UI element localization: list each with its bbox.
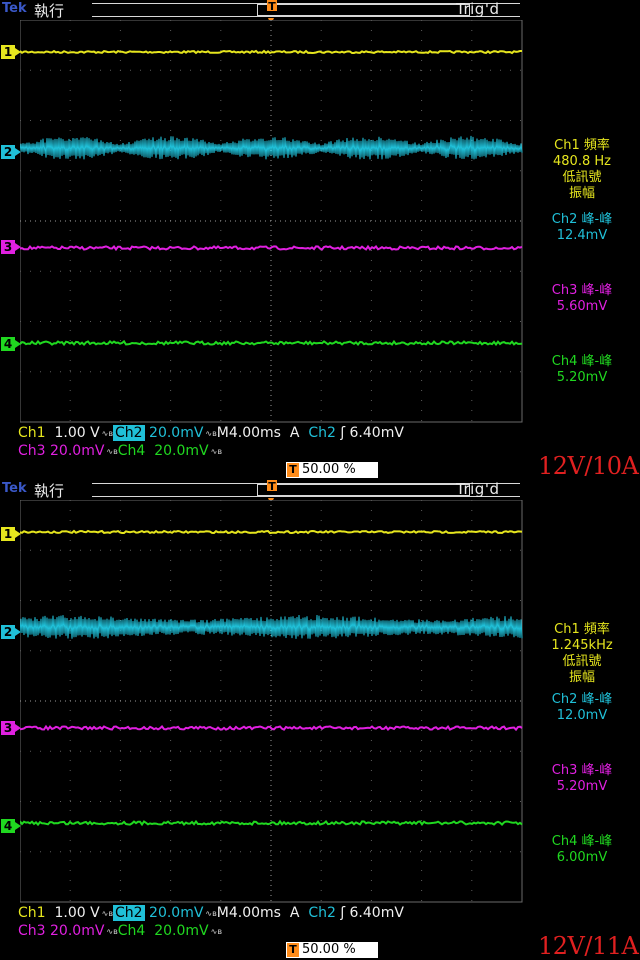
ch3-scale[interactable]: 20.0mV bbox=[50, 443, 104, 459]
load-condition-caption: 12V/10A bbox=[538, 452, 639, 480]
ch1-scale[interactable]: 1.00 V bbox=[54, 905, 99, 921]
bandwidth-limit-icon: ∿ʙ bbox=[205, 428, 217, 438]
trigger-status: Trig'd bbox=[456, 0, 500, 18]
trigger-level[interactable]: 6.40mV bbox=[350, 905, 404, 921]
measure-note: 低訊號 bbox=[562, 654, 602, 669]
measure-value: 480.8 Hz bbox=[553, 154, 611, 169]
ch1-scale[interactable]: 1.00 V bbox=[54, 425, 99, 441]
measure-note: 振幅 bbox=[568, 670, 595, 685]
load-condition-caption: 12V/11A bbox=[538, 932, 639, 960]
trigger-level[interactable]: 6.40mV bbox=[350, 425, 404, 441]
brand-logo: Tek bbox=[2, 1, 27, 16]
measure-label: Ch4 峰-峰 bbox=[551, 354, 613, 369]
ch3-marker[interactable]: 3 bbox=[1, 721, 21, 735]
ch2-label[interactable]: Ch2 bbox=[113, 425, 145, 441]
scope-screen-top: Tek 執行 T Trig'd T 1 2 3 4 Ch1 頻率 480.8 H… bbox=[0, 0, 640, 480]
trigger-position-icon: T bbox=[266, 0, 278, 14]
measure-label: Ch4 峰-峰 bbox=[551, 834, 613, 849]
ch2-peak-peak-measurement: Ch2 峰-峰 12.0mV bbox=[524, 692, 640, 724]
trigger-position-readout[interactable]: 50.00 % bbox=[286, 942, 378, 958]
acquisition-state[interactable]: 執行 bbox=[34, 0, 64, 21]
bandwidth-limit-icon: ∿ʙ bbox=[101, 428, 114, 438]
trigger-mode: A bbox=[289, 905, 300, 921]
acquisition-state[interactable]: 執行 bbox=[34, 480, 64, 501]
ch1-frequency-measurement: Ch1 頻率 1.245kHz 低訊號 振幅 bbox=[524, 622, 640, 686]
trigger-mode: A bbox=[289, 425, 300, 441]
measure-value: 12.0mV bbox=[556, 708, 608, 723]
ch4-peak-peak-measurement: Ch4 峰-峰 5.20mV bbox=[524, 354, 640, 386]
measure-value: 5.60mV bbox=[556, 299, 608, 314]
timebase[interactable]: M4.00ms bbox=[217, 425, 281, 441]
ch4-label[interactable]: Ch4 bbox=[118, 443, 146, 459]
ch1-marker[interactable]: 1 bbox=[1, 527, 21, 541]
measure-label: Ch2 峰-峰 bbox=[551, 212, 613, 227]
measure-value: 1.245kHz bbox=[551, 638, 613, 653]
ch2-peak-peak-measurement: Ch2 峰-峰 12.4mV bbox=[524, 212, 640, 244]
status-row-2: Ch3 20.0mV ∿ʙCh4 20.0mV ∿ʙ bbox=[18, 443, 222, 459]
measure-value: 5.20mV bbox=[556, 779, 608, 794]
scope-top-bar: Tek 執行 T Trig'd bbox=[0, 0, 640, 20]
measure-value: 6.00mV bbox=[556, 850, 608, 865]
ch3-scale[interactable]: 20.0mV bbox=[50, 923, 104, 939]
ch2-scale[interactable]: 20.0mV bbox=[149, 905, 203, 921]
bandwidth-limit-icon: ∿ʙ bbox=[210, 926, 222, 936]
record-view-window[interactable] bbox=[257, 4, 470, 16]
brand-logo: Tek bbox=[2, 481, 27, 496]
trigger-status: Trig'd bbox=[456, 480, 500, 498]
ch4-scale[interactable]: 20.0mV bbox=[154, 443, 208, 459]
measure-value: 12.4mV bbox=[556, 228, 608, 243]
trigger-position-readout[interactable]: 50.00 % bbox=[286, 462, 378, 478]
bandwidth-limit-icon: ∿ʙ bbox=[205, 908, 217, 918]
ch4-peak-peak-measurement: Ch4 峰-峰 6.00mV bbox=[524, 834, 640, 866]
ch2-marker[interactable]: 2 bbox=[1, 625, 21, 639]
ch1-label[interactable]: Ch1 bbox=[18, 905, 46, 921]
status-row-1: Ch1 1.00 V ∿ʙ Ch2 20.0mV ∿ʙM4.00ms A Ch2 ʃ … bbox=[18, 425, 404, 441]
ch3-peak-peak-measurement: Ch3 峰-峰 5.20mV bbox=[524, 763, 640, 795]
status-row-1: Ch1 1.00 V ∿ʙ Ch2 20.0mV ∿ʙM4.00ms A Ch2 ʃ … bbox=[18, 905, 404, 921]
trigger-source[interactable]: Ch2 bbox=[308, 425, 336, 441]
ch4-label[interactable]: Ch4 bbox=[118, 923, 146, 939]
measure-label: Ch1 頻率 bbox=[554, 138, 610, 153]
trigger-position-icon: T bbox=[266, 480, 278, 494]
trigger-source[interactable]: Ch2 bbox=[308, 905, 336, 921]
status-row-2: Ch3 20.0mV ∿ʙCh4 20.0mV ∿ʙ bbox=[18, 923, 222, 939]
ch2-scale[interactable]: 20.0mV bbox=[149, 425, 203, 441]
ch3-marker[interactable]: 3 bbox=[1, 240, 21, 254]
scope-screen-bottom: Tek 執行 T Trig'd T 1 2 3 4 Ch1 頻率 1.245kH… bbox=[0, 480, 640, 960]
ch3-label[interactable]: Ch3 bbox=[18, 923, 46, 939]
measure-label: Ch3 峰-峰 bbox=[551, 283, 613, 298]
measure-note: 低訊號 bbox=[562, 170, 602, 185]
measure-value: 5.20mV bbox=[556, 370, 608, 385]
ch2-marker[interactable]: 2 bbox=[1, 145, 21, 159]
measure-label: Ch3 峰-峰 bbox=[551, 763, 613, 778]
ch3-peak-peak-measurement: Ch3 峰-峰 5.60mV bbox=[524, 283, 640, 315]
bandwidth-limit-icon: ∿ʙ bbox=[106, 446, 118, 456]
waveform-graticule bbox=[20, 20, 523, 423]
ch1-label[interactable]: Ch1 bbox=[18, 425, 46, 441]
scope-top-bar: Tek 執行 T Trig'd bbox=[0, 480, 640, 500]
trigger-slope-icon: ʃ bbox=[340, 905, 346, 921]
ch1-marker[interactable]: 1 bbox=[1, 45, 21, 59]
bandwidth-limit-icon: ∿ʙ bbox=[101, 908, 114, 918]
waveform-graticule bbox=[20, 500, 523, 903]
record-view-window[interactable] bbox=[257, 484, 470, 496]
measure-label: Ch2 峰-峰 bbox=[551, 692, 613, 707]
ch1-frequency-measurement: Ch1 頻率 480.8 Hz 低訊號 振幅 bbox=[524, 138, 640, 202]
ch3-waveform bbox=[20, 724, 523, 732]
ch3-label[interactable]: Ch3 bbox=[18, 443, 46, 459]
trigger-slope-icon: ʃ bbox=[340, 425, 346, 441]
measure-note: 振幅 bbox=[568, 186, 595, 201]
bandwidth-limit-icon: ∿ʙ bbox=[106, 926, 118, 936]
timebase[interactable]: M4.00ms bbox=[217, 905, 281, 921]
ch4-scale[interactable]: 20.0mV bbox=[154, 923, 208, 939]
ch2-label[interactable]: Ch2 bbox=[113, 905, 145, 921]
bandwidth-limit-icon: ∿ʙ bbox=[210, 446, 222, 456]
ch4-marker[interactable]: 4 bbox=[1, 337, 21, 351]
ch4-marker[interactable]: 4 bbox=[1, 819, 21, 833]
measure-label: Ch1 頻率 bbox=[554, 622, 610, 637]
